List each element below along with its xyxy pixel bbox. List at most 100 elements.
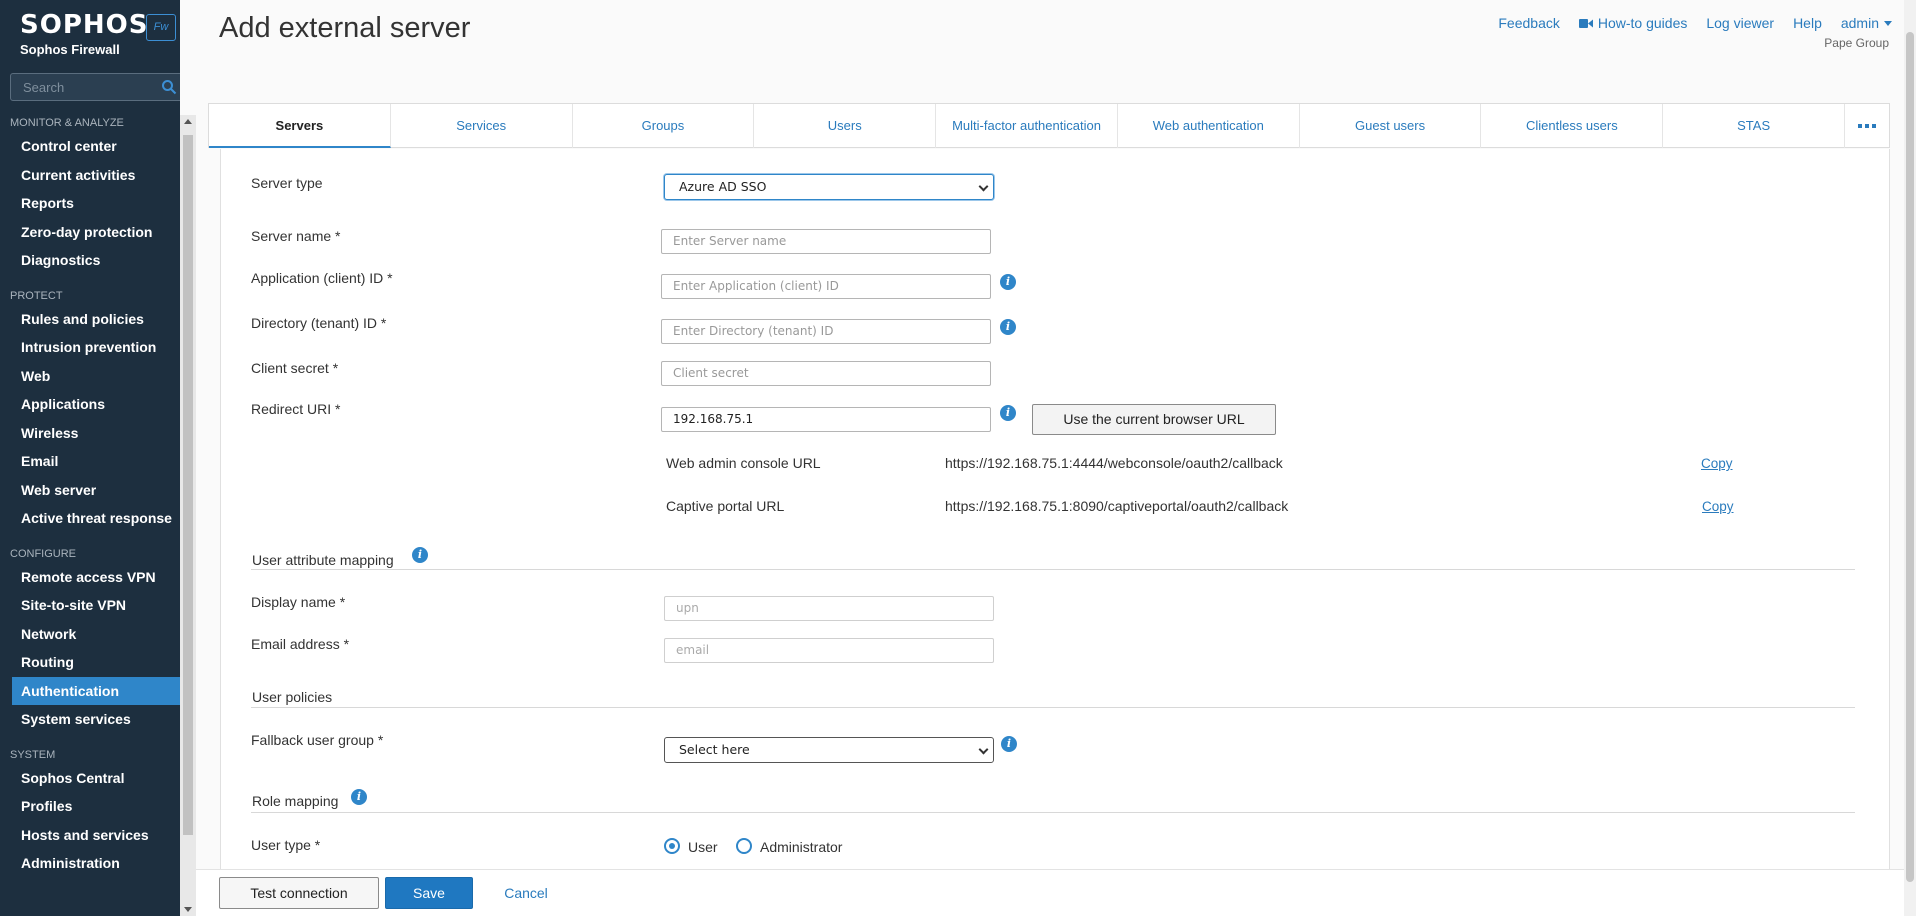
user-type-user-label: User [688,839,718,855]
info-icon[interactable]: i [1001,736,1017,752]
server-name-label: Server name * [251,228,341,244]
client-secret-input[interactable]: Client secret [661,361,991,386]
tab-services[interactable]: Services [391,104,573,148]
copy-captive-url-link[interactable]: Copy [1702,499,1734,514]
captive-url-value: https://192.168.75.1:8090/captiveportal/… [945,498,1289,514]
tab-guest-users[interactable]: Guest users [1300,104,1482,148]
sidebar-item-ravpn[interactable]: Remote access VPN [0,563,180,592]
sidebar-item-applications[interactable]: Applications [0,390,180,419]
sidebar-scrollbar[interactable] [180,115,196,916]
sidebar-item-profiles[interactable]: Profiles [0,792,180,821]
sidebar-item-diagnostics[interactable]: Diagnostics [0,246,180,275]
sidebar-item-sophos-central[interactable]: Sophos Central [0,764,180,793]
tab-web-authentication[interactable]: Web authentication [1118,104,1300,148]
user-type-admin-label: Administrator [760,839,843,855]
video-camera-icon [1578,19,1593,28]
top-nav: Feedback How-to guides Log viewer Help a… [1498,15,1892,31]
sidebar-item-zero-day[interactable]: Zero-day protection [0,218,180,247]
sidebar-item-authentication[interactable]: Authentication [12,676,180,705]
info-icon[interactable]: i [1000,319,1016,335]
log-viewer-link[interactable]: Log viewer [1706,15,1774,31]
sidebar-item-hosts[interactable]: Hosts and services [0,821,180,850]
nav-section-system: SYSTEM [10,748,56,761]
attr-mapping-title: User attribute mapping [252,552,394,568]
nav-section-configure: CONFIGURE [10,547,76,560]
more-tabs-button[interactable] [1845,104,1889,148]
tab-users[interactable]: Users [754,104,937,148]
sidebar-item-wireless[interactable]: Wireless [0,419,180,448]
sidebar-item-system-services[interactable]: System services [0,705,180,734]
more-icon [1858,124,1876,128]
server-name-input[interactable]: Enter Server name [661,229,991,254]
section-divider [251,707,1855,708]
tenant-id-input[interactable]: Enter Directory (tenant) ID [661,319,991,344]
server-type-label: Server type [251,175,323,191]
fw-badge-icon: Fw [146,14,176,41]
sidebar-item-control-center[interactable]: Control center [0,132,180,161]
chevron-down-icon [978,181,989,192]
user-policies-title: User policies [252,689,333,705]
test-connection-button[interactable]: Test connection [219,877,379,909]
scroll-down-icon[interactable] [184,907,192,912]
scroll-up-icon[interactable] [184,119,192,124]
redirect-uri-input[interactable]: 192.168.75.1 [661,407,991,432]
sidebar-item-reports[interactable]: Reports [0,189,180,218]
sidebar-item-administration[interactable]: Administration [0,849,180,878]
copy-web-admin-url-link[interactable]: Copy [1701,456,1733,471]
page-scrollbar[interactable] [1904,0,1916,916]
captive-url-label: Captive portal URL [666,498,785,514]
sidebar-item-current-activities[interactable]: Current activities [0,161,180,190]
web-admin-url-label: Web admin console URL [666,455,821,471]
search-icon[interactable] [161,79,177,95]
search-input[interactable]: Search [10,73,180,101]
tab-bar: Servers Services Groups Users Multi-fact… [208,103,1890,148]
sidebar-item-ips[interactable]: Intrusion prevention [0,333,180,362]
howto-label: How-to guides [1597,15,1688,31]
fallback-group-select[interactable]: Select here [664,737,994,763]
web-admin-url-value: https://192.168.75.1:4444/webconsole/oau… [945,455,1283,471]
email-label: Email address * [251,636,350,652]
sidebar-item-web[interactable]: Web [0,362,180,391]
sidebar-item-web-server[interactable]: Web server [0,476,180,505]
help-link[interactable]: Help [1793,15,1822,31]
sidebar: SOPHOS Sophos Firewall Fw Search MONITOR… [0,0,180,916]
sophos-logo: SOPHOS [20,10,149,40]
admin-menu[interactable]: admin [1841,15,1892,31]
sidebar-item-atr[interactable]: Active threat response [0,504,180,533]
sidebar-item-network[interactable]: Network [0,620,180,649]
cancel-button[interactable]: Cancel [492,877,560,909]
info-icon[interactable]: i [1000,274,1016,290]
server-type-select[interactable]: Azure AD SSO [664,174,994,200]
display-name-input[interactable]: upn [664,596,994,621]
tab-groups[interactable]: Groups [573,104,755,148]
sidebar-item-s2svpn[interactable]: Site-to-site VPN [0,591,180,620]
nav-section-protect: PROTECT [10,289,63,302]
use-browser-url-button[interactable]: Use the current browser URL [1032,404,1276,435]
sidebar-item-routing[interactable]: Routing [0,648,180,677]
chevron-down-icon [978,744,989,755]
tab-mfa[interactable]: Multi-factor authentication [936,104,1118,148]
sidebar-scroll-thumb[interactable] [183,135,193,835]
sidebar-item-email[interactable]: Email [0,447,180,476]
tab-servers[interactable]: Servers [209,104,391,148]
chevron-down-icon [1884,21,1892,26]
section-divider [251,569,1855,570]
page-scroll-thumb[interactable] [1906,32,1914,882]
info-icon[interactable]: i [412,547,428,563]
howto-link[interactable]: How-to guides [1578,15,1688,31]
save-button[interactable]: Save [385,877,473,909]
tab-clientless-users[interactable]: Clientless users [1481,104,1664,148]
form-panel: Server type Azure AD SSO Server name * E… [220,149,1890,869]
sidebar-item-rules[interactable]: Rules and policies [0,305,180,334]
user-type-user-radio[interactable] [664,838,680,854]
fallback-group-value: Select here [679,742,750,757]
tab-stas[interactable]: STAS [1663,104,1846,148]
user-type-admin-radio[interactable] [736,838,752,854]
email-input[interactable]: email [664,638,994,663]
info-icon[interactable]: i [1000,405,1016,421]
feedback-link[interactable]: Feedback [1498,15,1559,31]
info-icon[interactable]: i [351,789,367,805]
sidebar-nav: MONITOR & ANALYZE Control center Current… [0,115,180,878]
app-id-input[interactable]: Enter Application (client) ID [661,274,991,299]
app-id-label: Application (client) ID * [251,270,393,286]
